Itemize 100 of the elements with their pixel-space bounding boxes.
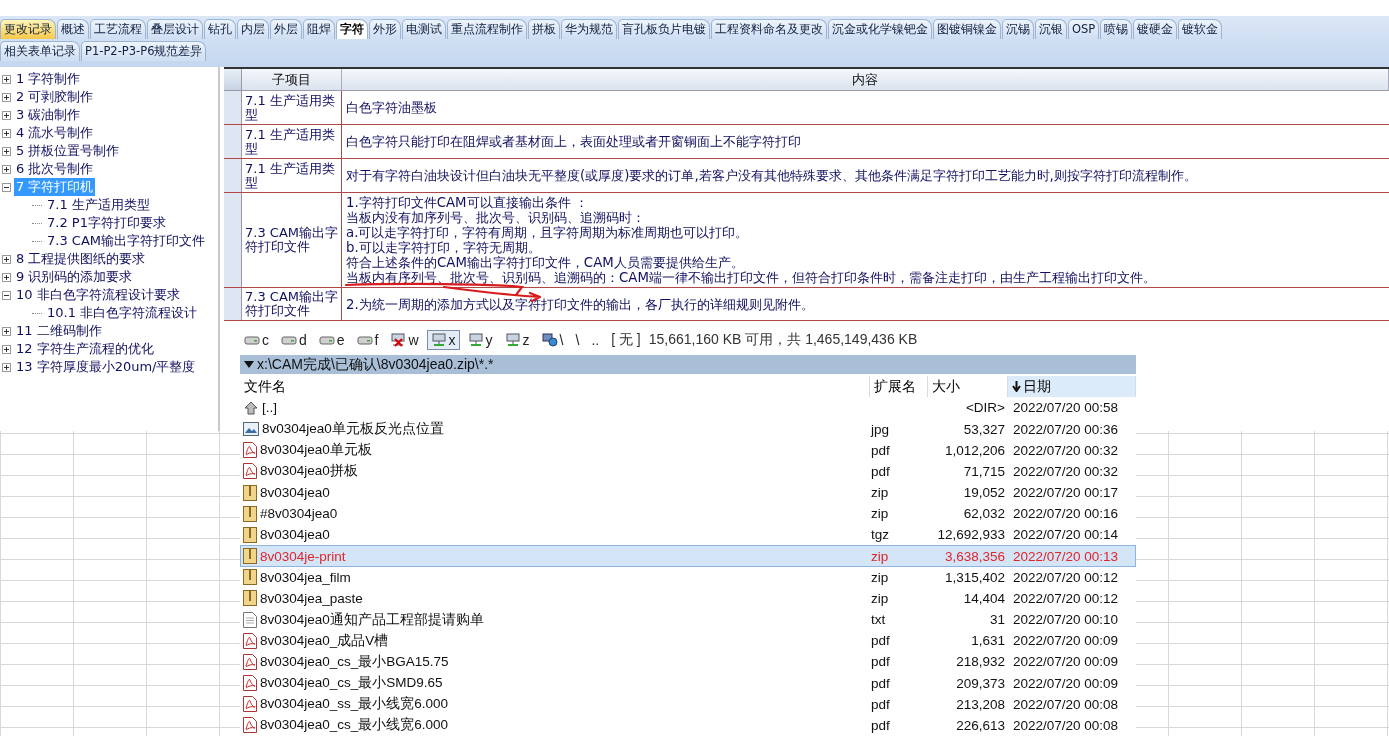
expand-icon[interactable] <box>2 272 11 282</box>
file-row[interactable]: 8v0304jea0_cs_最小BGA15.75 pdf 218,932 2022/07/20 00:09 <box>240 651 1136 673</box>
tab[interactable]: 喷锡 <box>1100 19 1133 39</box>
tab[interactable]: 字符 <box>336 19 368 39</box>
tab[interactable]: 内层 <box>237 19 269 39</box>
tab[interactable]: 钻孔 <box>204 19 236 39</box>
tree-item[interactable]: 10 非白色字符流程设计要求 <box>14 286 182 304</box>
network-drive-icon <box>430 333 447 348</box>
table-cell: 7.3 CAM输出字符打印文件 <box>242 288 342 320</box>
drive-button[interactable]: y <box>463 330 497 351</box>
tab[interactable]: 外层 <box>270 19 302 39</box>
tab[interactable]: 镀软金 <box>1178 19 1223 39</box>
expand-icon[interactable] <box>2 164 11 174</box>
drive-button[interactable]: x <box>426 330 460 351</box>
tab[interactable]: 沉锡 <box>1002 19 1034 39</box>
file-row[interactable]: 8v0304je-print zip 3,638,356 2022/07/20 00:13 <box>240 545 1136 567</box>
file-date: 2022/07/20 00:12 <box>1012 569 1120 585</box>
drive-button[interactable]: \ <box>571 330 584 351</box>
tab[interactable]: 电测试 <box>402 19 446 39</box>
tree-item[interactable]: 6 批次号制作 <box>14 160 96 178</box>
file-row[interactable]: #8v0304jea0 zip 62,032 2022/07/20 00:16 <box>240 503 1136 525</box>
file-row[interactable]: 8v0304jea0单元板反光点位置 jpg 53,327 2022/07/20 00:36 <box>240 418 1136 440</box>
tab[interactable]: P1-P2-P3-P6规范差异 <box>81 41 207 61</box>
file-row[interactable]: 8v0304jea0_成品V槽 pdf 1,631 2022/07/20 00:09 <box>240 630 1136 652</box>
file-size: 71,715 <box>962 463 1006 479</box>
drive-button[interactable]: w <box>386 330 423 351</box>
tree-item[interactable]: 10.1 非白色字符流程设计 <box>45 304 200 322</box>
file-size: 62,032 <box>962 506 1006 522</box>
tree-item[interactable]: 1 字符制作 <box>14 70 83 88</box>
file-date: 2022/07/20 00:58 <box>1012 400 1120 416</box>
drive-button[interactable]: e <box>314 330 349 351</box>
file-row[interactable]: 8v0304jea0_ss_最小线宽6.000 pdf 213,208 2022/07/20 00:08 <box>240 693 1136 715</box>
tab[interactable]: 相关表单记录 <box>0 41 80 61</box>
tab[interactable]: 华为规范 <box>561 19 617 39</box>
tab[interactable]: 盲孔板负片电镀 <box>618 19 710 39</box>
tab[interactable]: 重点流程制作 <box>447 19 527 39</box>
tree-item[interactable]: 7.2 P1字符打印要求 <box>45 214 168 232</box>
file-row[interactable]: 8v0304jea_film zip 1,315,402 2022/07/20 00:12 <box>240 566 1136 588</box>
tree-item[interactable]: 2 可剥胶制作 <box>14 88 96 106</box>
expand-icon[interactable] <box>2 74 11 84</box>
tab[interactable]: 概述 <box>57 19 89 39</box>
expand-icon[interactable] <box>2 362 11 372</box>
file-row[interactable]: 8v0304jea0拼板 pdf 71,715 2022/07/20 00:32 <box>240 460 1136 482</box>
tab[interactable]: 沉金或化学镍钯金 <box>828 19 932 39</box>
expand-icon[interactable] <box>2 326 11 336</box>
file-row[interactable]: 8v0304jea0 tgz 12,692,933 2022/07/20 00:14 <box>240 524 1136 546</box>
file-row[interactable]: 8v0304jea0_cs_最小线宽6.000 pdf 226,613 2022/07/20 00:08 <box>240 714 1136 736</box>
expand-icon[interactable] <box>2 146 11 156</box>
expand-icon[interactable] <box>2 92 11 102</box>
tab[interactable]: 更改记录 <box>0 19 56 39</box>
file-row[interactable]: 8v0304jea0 zip 19,052 2022/07/20 00:17 <box>240 481 1136 504</box>
pdf-file-icon <box>243 675 257 692</box>
drive-button[interactable]: d <box>277 330 311 351</box>
tree-item[interactable]: 11 二维码制作 <box>14 322 104 340</box>
collapse-icon[interactable] <box>2 290 11 300</box>
file-name: 8v0304jea0_cs_最小BGA15.75 <box>260 652 449 671</box>
expand-icon[interactable] <box>2 110 11 120</box>
file-row[interactable]: 8v0304jea0_cs_最小SMD9.65 pdf 209,373 2022/07/20 00:09 <box>240 672 1136 694</box>
tree-item[interactable]: 7.1 生产适用类型 <box>45 196 152 214</box>
tree-item[interactable]: 12 字符生产流程的优化 <box>14 340 156 358</box>
file-name: 8v0304jea0_cs_最小SMD9.65 <box>260 674 443 693</box>
drive-button[interactable]: f <box>352 330 383 351</box>
collapse-icon[interactable] <box>2 182 11 192</box>
drive-button[interactable]: z <box>500 330 534 351</box>
file-extension: pdf <box>871 696 890 712</box>
file-extension: pdf <box>871 442 890 458</box>
drive-button[interactable]: c <box>240 330 273 351</box>
tab[interactable]: OSP <box>1068 19 1100 39</box>
tree-item[interactable]: 9 识别码的添加要求 <box>14 268 135 286</box>
dropdown-icon[interactable] <box>244 361 254 369</box>
tab[interactable]: 阻焊 <box>303 19 335 39</box>
tab[interactable]: 拼板 <box>528 19 560 39</box>
expand-icon[interactable] <box>2 254 11 264</box>
tab[interactable]: 工艺流程 <box>90 19 146 39</box>
file-size: <DIR> <box>964 400 1006 416</box>
expand-icon[interactable] <box>2 344 11 354</box>
tab[interactable]: 叠层设计 <box>147 19 203 39</box>
file-row[interactable]: 8v0304jea0单元板 pdf 1,012,206 2022/07/20 00:32 <box>240 439 1136 461</box>
tab[interactable]: 工程资料命名及更改 <box>711 19 827 39</box>
file-size: 226,613 <box>955 717 1006 733</box>
file-size: 1,012,206 <box>943 442 1006 458</box>
drive-button[interactable]: \ <box>537 330 568 351</box>
tree-item[interactable]: 5 拼板位置号制作 <box>14 142 122 160</box>
file-row[interactable]: [..] <DIR> 2022/07/20 00:58 <box>240 397 1136 419</box>
tree-item[interactable]: 4 流水号制作 <box>14 124 96 142</box>
expand-icon[interactable] <box>2 128 11 138</box>
drive-button[interactable]: .. <box>587 330 604 351</box>
tree-item[interactable]: 3 碳油制作 <box>14 106 83 124</box>
tab[interactable]: 镀硬金 <box>1133 19 1178 39</box>
file-row[interactable]: 8v0304jea0通知产品工程部提请购单 txt 31 2022/07/20 00:10 <box>240 608 1136 631</box>
tab[interactable]: 图镀铜镍金 <box>933 19 1001 39</box>
file-date: 2022/07/20 00:08 <box>1012 717 1120 733</box>
tab[interactable]: 外形 <box>369 19 401 39</box>
tab[interactable]: 沉银 <box>1035 19 1067 39</box>
column-header[interactable]: 日期 <box>1008 376 1136 398</box>
tree-item[interactable]: 13 字符厚度最小20um/平整度 <box>14 358 198 376</box>
tree-item[interactable]: 8 工程提供图纸的要求 <box>14 250 148 268</box>
tree-item[interactable]: 7.3 CAM输出字符打印文件 <box>45 232 207 250</box>
file-extension: jpg <box>871 421 889 437</box>
file-row[interactable]: 8v0304jea_paste zip 14,404 2022/07/20 00:12 <box>240 587 1136 609</box>
